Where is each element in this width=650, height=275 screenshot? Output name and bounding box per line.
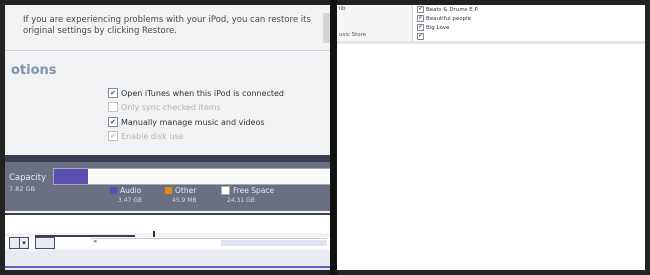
item-label: Beautiful people xyxy=(426,15,472,22)
window-bottom xyxy=(5,251,330,270)
audio-swatch xyxy=(110,187,117,194)
source-list: lib usic Store xyxy=(337,5,413,41)
source-row[interactable]: usic Store xyxy=(339,32,366,38)
list-item[interactable]: ✔ xyxy=(417,33,426,40)
ipod-settings-panel: If you are experiencing problems with yo… xyxy=(5,5,330,270)
list-item[interactable]: ✔ Big Love xyxy=(417,24,450,31)
capacity-value: 7.82 GB xyxy=(9,185,36,193)
checkbox-checked-icon: ✔ xyxy=(108,131,118,141)
open-itunes-checkbox[interactable]: ✔ Open iTunes when this iPod is connecte… xyxy=(108,88,284,98)
horizontal-scrollbar[interactable]: ◂ xyxy=(91,237,327,247)
legend-other: Other xyxy=(165,186,196,195)
manually-manage-label: Manually manage music and videos xyxy=(121,117,265,127)
capacity-section: Capacity 7.82 GB Audio 3.47 GB Other 45.… xyxy=(5,155,330,211)
list-item[interactable]: ✔ Beats & Drums E.P. xyxy=(417,6,479,13)
checkbox-checked-icon[interactable]: ✔ xyxy=(417,15,424,22)
legend-free-space-label: Free Space xyxy=(233,186,275,195)
music-list-header: lib usic Store ✔ Beats & Drums E.P. ✔ Be… xyxy=(337,5,645,41)
image-divider xyxy=(330,0,337,275)
strip-divider xyxy=(5,213,330,215)
checkbox-checked-icon[interactable]: ✔ xyxy=(108,88,118,98)
legend-other-label: Other xyxy=(175,186,197,195)
list-bottom-shade xyxy=(337,41,645,44)
music-list-panel: lib usic Store ✔ Beats & Drums E.P. ✔ Be… xyxy=(337,5,645,270)
band-divider xyxy=(5,155,330,162)
window-bottom-edge xyxy=(5,266,330,268)
checkbox-checked-icon[interactable]: ✔ xyxy=(108,117,118,127)
legend-audio: Audio xyxy=(110,186,141,195)
separator xyxy=(5,50,330,51)
list-item[interactable]: ✔ Beautiful people xyxy=(417,15,471,22)
bottom-strip xyxy=(5,213,330,242)
legend-audio-label: Audio xyxy=(120,186,142,195)
capacity-bar-audio xyxy=(54,169,88,184)
restore-message: If you are experiencing problems with yo… xyxy=(23,15,311,36)
legend-free-space-value: 24.31 GB xyxy=(227,197,255,204)
legend-free-space: Free Space xyxy=(221,186,274,195)
enable-disk-use-label: Enable disk use xyxy=(121,131,184,141)
source-row[interactable]: lib xyxy=(339,6,346,12)
capacity-bar xyxy=(53,168,330,185)
checkbox-unchecked-icon xyxy=(108,102,118,112)
scrollbar-thumb[interactable] xyxy=(221,240,327,246)
legend-other-value: 45.9 MB xyxy=(172,197,197,204)
nav-button[interactable] xyxy=(35,237,55,249)
checkbox-checked-icon[interactable]: ✔ xyxy=(417,24,424,31)
restore-button[interactable] xyxy=(323,13,330,43)
capacity-label: Capacity xyxy=(9,173,47,183)
bottom-controls: ▾ ◂ xyxy=(5,237,330,249)
checkbox-checked-icon[interactable]: ✔ xyxy=(417,6,424,13)
free-space-swatch xyxy=(221,186,230,195)
manually-manage-checkbox[interactable]: ✔ Manually manage music and videos xyxy=(108,117,265,127)
dropdown-arrow-icon[interactable]: ▾ xyxy=(19,237,29,249)
open-itunes-label: Open iTunes when this iPod is connected xyxy=(121,88,284,98)
enable-disk-use-checkbox: ✔ Enable disk use xyxy=(108,131,184,141)
options-heading: otions xyxy=(11,63,57,78)
only-sync-checked-checkbox: Only sync checked items xyxy=(108,102,221,112)
only-sync-checked-label: Only sync checked items xyxy=(121,102,221,112)
scroll-left-arrow-icon[interactable]: ◂ xyxy=(93,237,97,245)
checkbox-checked-icon[interactable]: ✔ xyxy=(417,33,424,40)
legend-audio-value: 3.47 GB xyxy=(118,197,143,204)
item-label: Beats & Drums E.P. xyxy=(426,6,479,13)
item-label: Big Love xyxy=(426,24,450,31)
other-swatch xyxy=(165,187,172,194)
